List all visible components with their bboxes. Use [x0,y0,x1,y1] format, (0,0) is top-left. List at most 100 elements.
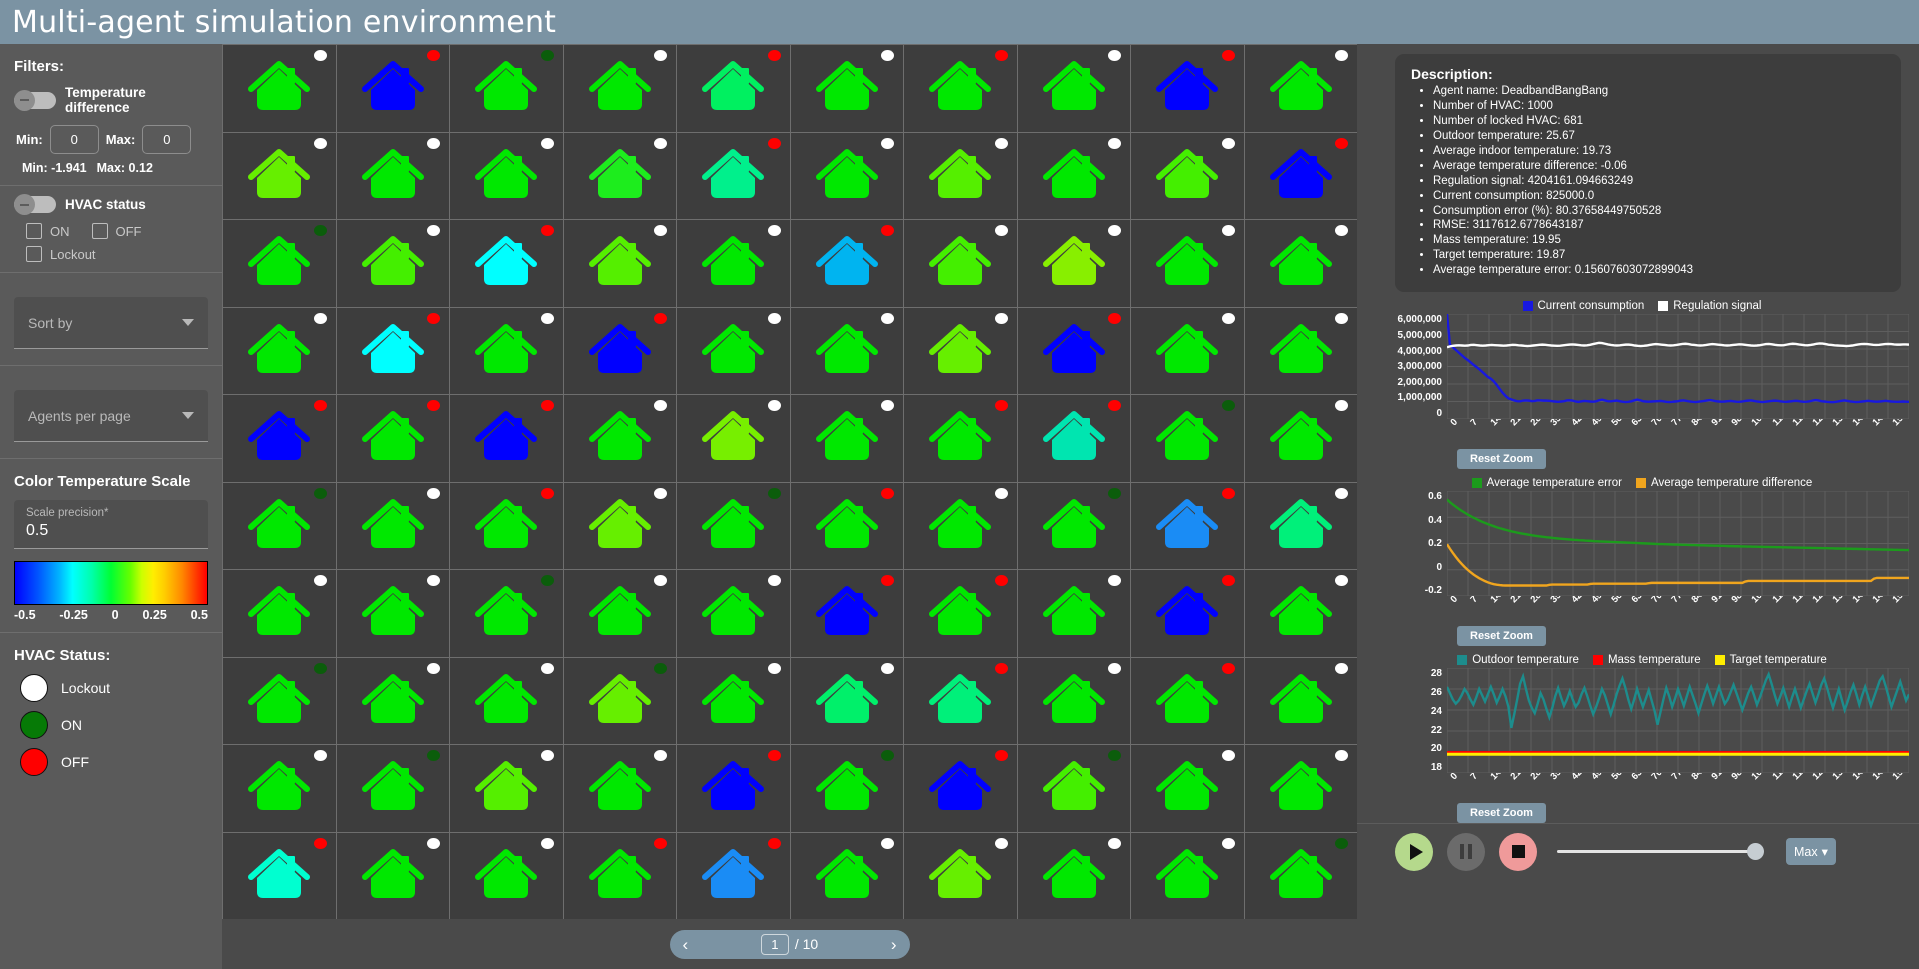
agent-cell[interactable] [336,832,449,919]
plot-region[interactable] [1447,668,1909,774]
temperature-difference-toggle[interactable]: Temperature difference [14,85,208,115]
agent-cell[interactable] [1244,657,1357,744]
agent-cell[interactable] [904,132,1017,219]
max-input[interactable]: 0 [142,125,192,154]
chart-legend-item[interactable]: Regulation signal [1658,300,1761,312]
checkbox-off[interactable] [91,223,108,239]
agent-cell[interactable] [223,220,336,307]
agent-cell[interactable] [563,482,676,569]
agent-cell[interactable] [677,570,790,657]
agent-cell[interactable] [450,220,563,307]
agent-cell[interactable] [1244,220,1357,307]
agent-cell[interactable] [1017,745,1130,832]
agent-cell[interactable] [904,482,1017,569]
agent-cell[interactable] [677,395,790,482]
plot-region[interactable] [1447,491,1909,597]
agent-cell[interactable] [1244,482,1357,569]
agent-cell[interactable] [1131,220,1244,307]
agent-cell[interactable] [563,832,676,919]
agent-cell[interactable] [336,307,449,394]
agent-cell[interactable] [450,395,563,482]
agent-cell[interactable] [563,745,676,832]
agent-cell[interactable] [336,220,449,307]
prev-page-button[interactable]: ‹ [683,936,689,953]
agent-cell[interactable] [1244,132,1357,219]
scale-precision-field[interactable]: Scale precision* 0.5 [14,500,208,549]
agent-cell[interactable] [904,45,1017,132]
agents-per-page-select[interactable]: Agents per page [14,390,208,442]
reset-zoom-button[interactable]: Reset Zoom [1457,803,1546,824]
agent-cell[interactable] [223,657,336,744]
agent-cell[interactable] [450,570,563,657]
agent-cell[interactable] [450,482,563,569]
pause-button[interactable] [1447,832,1485,871]
play-button[interactable] [1395,832,1433,871]
agent-cell[interactable] [223,832,336,919]
plot-region[interactable] [1447,314,1909,420]
agent-cell[interactable] [677,220,790,307]
agent-cell[interactable] [677,745,790,832]
agent-cell[interactable] [1131,45,1244,132]
agent-cell[interactable] [563,132,676,219]
agent-cell[interactable] [1017,657,1130,744]
agent-cell[interactable] [1131,832,1244,919]
agent-cell[interactable] [677,657,790,744]
agent-cell[interactable] [677,482,790,569]
agent-cell[interactable] [563,45,676,132]
agent-cell[interactable] [1017,132,1130,219]
agent-cell[interactable] [1244,45,1357,132]
agent-cell[interactable] [790,745,903,832]
agent-cell[interactable] [223,307,336,394]
agent-cell[interactable] [1244,395,1357,482]
agent-cell[interactable] [1017,482,1130,569]
checkbox-lockout[interactable] [26,246,42,262]
agent-cell[interactable] [450,745,563,832]
agent-cell[interactable] [1131,307,1244,394]
next-page-button[interactable]: › [891,936,897,953]
agent-cell[interactable] [1244,307,1357,394]
agent-cell[interactable] [1017,307,1130,394]
agent-cell[interactable] [1244,832,1357,919]
agent-cell[interactable] [1017,395,1130,482]
chart-legend-item[interactable]: Mass temperature [1592,654,1701,666]
agent-cell[interactable] [677,132,790,219]
agent-cell[interactable] [904,832,1017,919]
agent-cell[interactable] [1017,220,1130,307]
agent-cell[interactable] [223,570,336,657]
agent-cell[interactable] [450,832,563,919]
speed-select[interactable]: Max ▾ [1786,838,1836,866]
checkbox-on[interactable] [26,223,42,239]
agent-cell[interactable] [1131,570,1244,657]
agent-cell[interactable] [677,832,790,919]
agent-cell[interactable] [336,657,449,744]
agent-cell[interactable] [677,307,790,394]
agent-cell[interactable] [1131,482,1244,569]
agent-cell[interactable] [790,307,903,394]
agent-cell[interactable] [790,570,903,657]
stop-button[interactable] [1499,832,1537,871]
agent-cell[interactable] [336,395,449,482]
agent-cell[interactable] [1244,570,1357,657]
agent-cell[interactable] [790,657,903,744]
reset-zoom-button[interactable]: Reset Zoom [1457,626,1546,647]
agent-cell[interactable] [1017,832,1130,919]
agent-cell[interactable] [790,482,903,569]
agent-cell[interactable] [450,132,563,219]
agent-cell[interactable] [336,570,449,657]
chart-legend-item[interactable]: Current consumption [1522,300,1644,312]
agent-cell[interactable] [1017,570,1130,657]
chart-legend-item[interactable]: Average temperature error [1471,477,1622,489]
agent-cell[interactable] [563,657,676,744]
agent-cell[interactable] [223,482,336,569]
chart-legend-item[interactable]: Outdoor temperature [1457,654,1579,666]
chart-legend-item[interactable]: Average temperature difference [1635,477,1812,489]
agent-cell[interactable] [790,45,903,132]
agent-cell[interactable] [563,307,676,394]
agent-cell[interactable] [1131,395,1244,482]
agent-cell[interactable] [563,220,676,307]
agent-cell[interactable] [904,570,1017,657]
sort-by-select[interactable]: Sort by [14,297,208,349]
agent-cell[interactable] [450,307,563,394]
hvac-status-toggle[interactable]: HVAC status [14,194,208,215]
slider-thumb[interactable] [1747,843,1764,861]
